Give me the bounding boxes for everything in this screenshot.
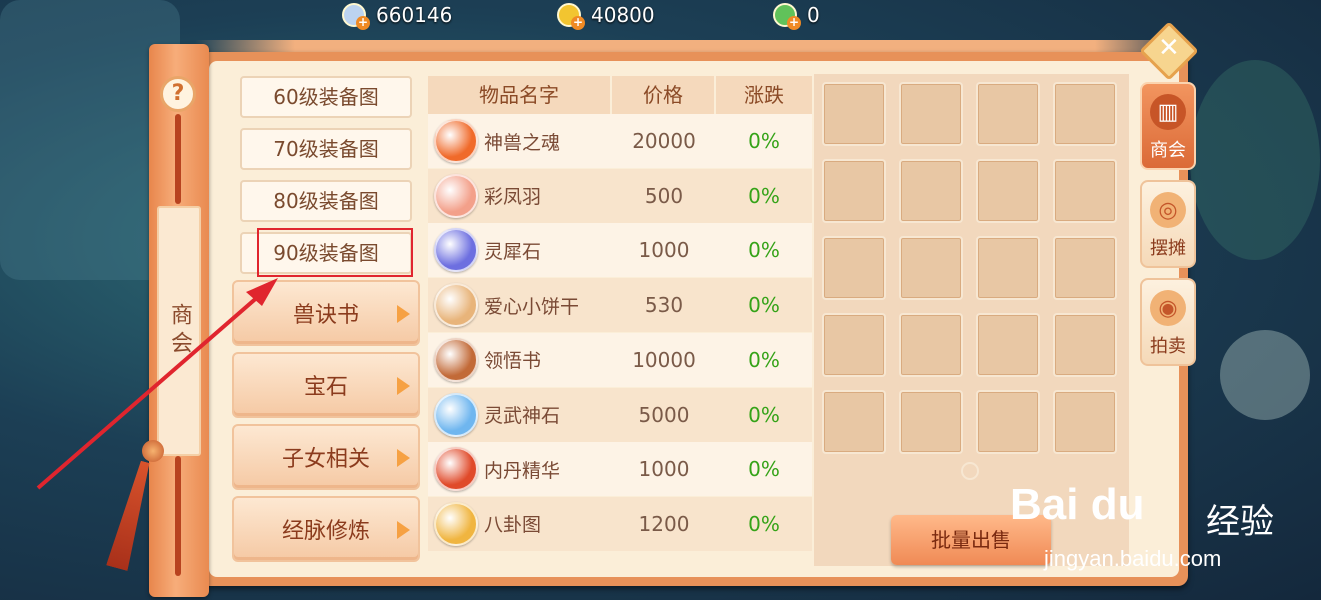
watermark-logo: Bai du xyxy=(1010,480,1145,529)
watermark-url: jingyan.baidu.com xyxy=(1044,546,1222,571)
watermark-text: 经验 xyxy=(1206,502,1274,542)
arrow-shaft xyxy=(36,286,270,490)
baidu-watermark: Bai du 经验 jingyan.baidu.com xyxy=(1010,480,1310,590)
